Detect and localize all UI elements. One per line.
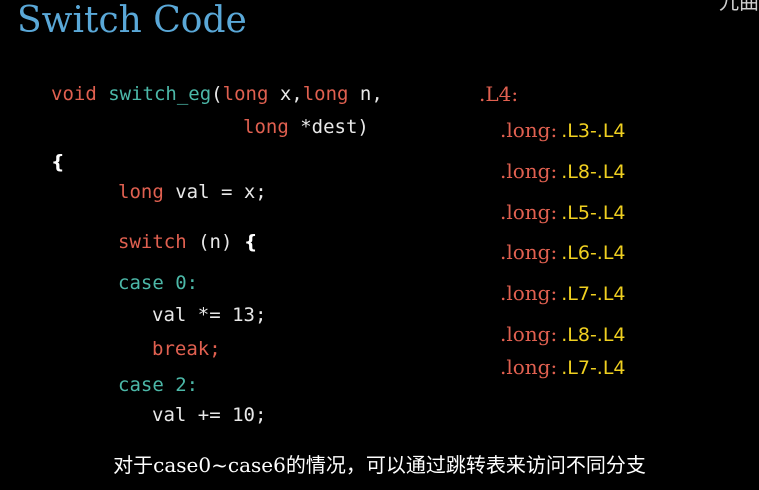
keyword-long-dest: long — [243, 116, 289, 138]
long-directive: .long — [500, 240, 551, 264]
keyword-long-x: long — [222, 83, 269, 105]
jump-table-entry: .long: .L5-.L4 — [500, 200, 626, 226]
keyword-long-val: long — [118, 181, 164, 203]
directive-colon: : — [550, 240, 558, 264]
case-2-label: case 2: — [118, 374, 199, 396]
jump-target-label: .L8-.L4 — [561, 324, 626, 346]
long-directive: .long — [500, 355, 551, 379]
long-directive: .long — [500, 118, 551, 142]
function-name: switch_eg — [108, 83, 212, 105]
param-n: n, — [348, 83, 383, 105]
code-line-signature: void switch_eg(long x,long n, — [51, 83, 383, 105]
jump-table-entry: .long: .L8-.L4 — [500, 322, 626, 348]
long-directive: .long — [500, 281, 551, 305]
break-statement: break; — [152, 338, 221, 360]
slide: Switch Code 九曲 void switch_eg(long x,lon… — [0, 0, 759, 490]
jump-target-label: .L7-.L4 — [561, 357, 626, 379]
code-line-val-decl: long val = x; — [118, 181, 267, 203]
directive-colon: : — [550, 355, 558, 379]
directive-colon: : — [550, 200, 558, 224]
switch-expr: (n) — [186, 231, 233, 253]
jump-target-label: .L3-.L4 — [561, 120, 626, 142]
jump-target-label: .L7-.L4 — [561, 283, 626, 305]
directive-colon: : — [550, 118, 558, 142]
val-decl-rest: val = x; — [163, 181, 267, 203]
corner-text: 九曲 — [719, 0, 759, 14]
keyword-switch: switch — [118, 231, 187, 253]
slide-title: Switch Code — [17, 0, 247, 41]
directive-colon: : — [550, 159, 558, 183]
paren-open: ( — [211, 83, 223, 105]
long-directive: .long — [500, 159, 551, 183]
long-directive: .long — [500, 322, 551, 346]
directive-colon: : — [550, 281, 558, 305]
case-0-label: case 0: — [118, 272, 199, 294]
keyword-void: void — [51, 83, 97, 105]
jump-table-entry: .long: .L3-.L4 — [500, 118, 626, 144]
keyword-long-n: long — [302, 83, 349, 105]
jump-table-entry: .long: .L7-.L4 — [500, 281, 626, 307]
subtitle-caption: 对于case0~case6的情况，可以通过跳转表来访问不同分支 — [113, 453, 646, 477]
code-line-switch: switch (n) { — [118, 231, 257, 253]
param-x: x, — [268, 83, 303, 105]
jump-target-label: .L8-.L4 — [561, 161, 626, 183]
jump-target-label: .L6-.L4 — [561, 242, 626, 264]
code-line-dest-param: long *dest) — [243, 116, 369, 138]
case-0-statement: val *= 13; — [152, 304, 267, 326]
jump-target-label: .L5-.L4 — [561, 202, 626, 224]
param-dest: *dest) — [288, 116, 369, 138]
long-directive: .long — [500, 200, 551, 224]
jump-table-entry: .long: .L7-.L4 — [500, 355, 626, 381]
jump-table-entry: .long: .L6-.L4 — [500, 240, 626, 266]
jump-table-label: .L4: — [479, 82, 519, 106]
case-2-statement: val += 10; — [152, 404, 267, 426]
function-open-brace: { — [51, 151, 65, 173]
switch-open-brace: { — [243, 231, 258, 253]
jump-table-entry: .long: .L8-.L4 — [500, 159, 626, 185]
directive-colon: : — [550, 322, 558, 346]
